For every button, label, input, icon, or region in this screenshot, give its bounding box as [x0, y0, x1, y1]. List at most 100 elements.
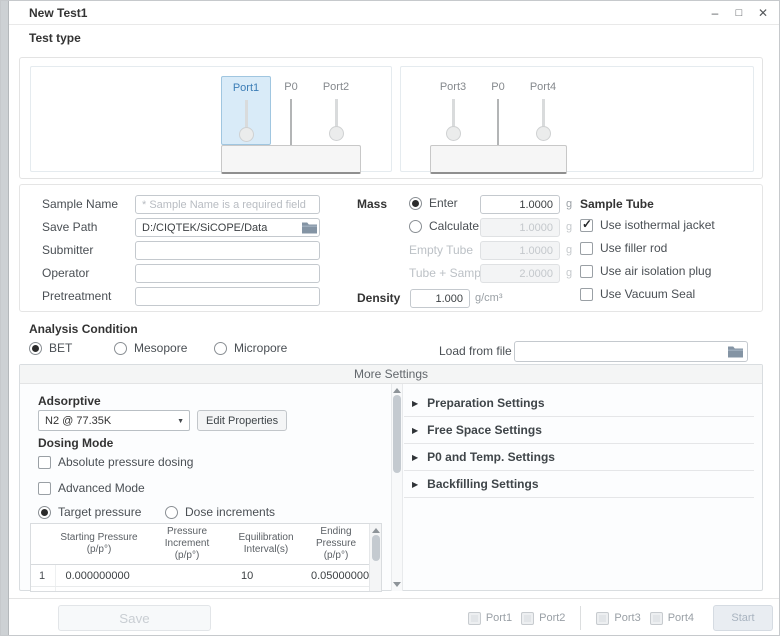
pressure-table: Starting Pressure(p/p°) Pressure Increme… — [30, 523, 382, 592]
new-test-dialog: New Test1 – □ ✕ Test type Port1 P0 — [0, 0, 780, 636]
scroll-down-icon[interactable] — [393, 582, 401, 587]
equilibration-interval-cell[interactable]: 10 — [231, 587, 301, 593]
port2-selector[interactable]: Port2 — [311, 76, 361, 145]
scrollbar-thumb[interactable] — [372, 535, 380, 561]
pressure-increment-cell[interactable] — [143, 587, 231, 593]
scroll-up-icon[interactable] — [393, 388, 401, 393]
save-path-input[interactable] — [135, 218, 320, 237]
advanced-mode-checkbox[interactable]: Advanced Mode — [38, 481, 145, 495]
mass-calculate-label: Calculate — [429, 219, 479, 233]
port4-selector[interactable]: Port4 — [518, 76, 568, 145]
port1-selector[interactable]: Port1 — [221, 76, 271, 145]
window-controls: – □ ✕ — [706, 1, 772, 25]
chevron-down-icon: ▼ — [177, 418, 184, 425]
checkmark-icon: ✓ — [582, 217, 592, 231]
chevron-right-icon: ▶ — [412, 453, 418, 462]
operator-input[interactable] — [135, 264, 320, 283]
mass-enter-label: Enter — [429, 196, 458, 210]
sample-name-input[interactable] — [135, 195, 320, 214]
save-path-label: Save Path — [42, 220, 97, 234]
tube-sample-label: Tube + Sample — [409, 266, 490, 280]
vacuum-seal-checkbox[interactable]: Use Vacuum Seal — [580, 287, 695, 301]
mass-enter-unit: g — [566, 198, 572, 210]
sample-name-label: Sample Name — [42, 197, 118, 211]
row-index: 1 — [31, 565, 55, 587]
port4-label: Port4 — [530, 81, 556, 93]
equilibration-interval-cell[interactable]: 10 — [231, 565, 301, 587]
filler-rod-checkbox[interactable]: Use filler rod — [580, 241, 667, 255]
section-backfilling-settings[interactable]: ▶ Backfilling Settings — [404, 471, 754, 498]
maximize-icon[interactable]: □ — [730, 4, 748, 22]
table-row: 1 0.000000000 10 0.050000000 — [31, 565, 371, 587]
mesopore-radio[interactable]: Mesopore — [114, 341, 187, 355]
adsorptive-select[interactable]: N2 @ 77.35K ▼ — [38, 410, 190, 431]
chevron-right-icon: ▶ — [412, 426, 418, 435]
footer-port1-checkbox[interactable]: Port1 — [468, 612, 512, 625]
dewar-bath — [430, 145, 567, 174]
dose-increments-label: Dose increments — [185, 505, 275, 519]
submitter-input[interactable] — [135, 241, 320, 260]
edit-properties-button[interactable]: Edit Properties — [197, 410, 287, 431]
footer-divider — [580, 606, 581, 630]
scroll-up-icon[interactable] — [372, 528, 380, 533]
port3-selector[interactable]: Port3 — [428, 76, 478, 145]
load-from-file-input[interactable] — [514, 341, 748, 362]
section-label: Preparation Settings — [427, 396, 544, 410]
folder-icon[interactable] — [301, 221, 318, 234]
mass-calculate-radio[interactable]: Calculate — [409, 219, 479, 233]
scrollbar-thumb[interactable] — [393, 395, 401, 473]
stations-box: Port1 P0 Port2 Port3 — [19, 57, 763, 179]
density-unit: g/cm³ — [475, 292, 503, 304]
col-starting-pressure: Starting Pressure(p/p°) — [55, 524, 143, 565]
section-p0-and-temp-settings[interactable]: ▶ P0 and Temp. Settings — [404, 444, 754, 471]
dose-increments-radio[interactable]: Dose increments — [165, 505, 275, 519]
radio-icon — [409, 220, 422, 233]
section-preparation-settings[interactable]: ▶ Preparation Settings — [404, 390, 754, 417]
bet-radio[interactable]: BET — [29, 341, 72, 355]
footer-port1-label: Port1 — [486, 612, 512, 624]
pretreatment-input[interactable] — [135, 287, 320, 306]
mesopore-label: Mesopore — [134, 341, 187, 355]
close-icon[interactable]: ✕ — [754, 4, 772, 22]
col-pressure-increment: Pressure Increment(p/p°) — [143, 524, 231, 565]
ending-pressure-cell[interactable]: 0.100000000 — [301, 587, 371, 593]
starting-pressure-cell[interactable]: 0.050000000 — [55, 587, 143, 593]
submitter-label: Submitter — [42, 243, 93, 257]
folder-icon[interactable] — [727, 345, 744, 358]
p0-label: P0 — [491, 81, 504, 93]
mass-enter-input[interactable] — [480, 195, 560, 214]
pressure-increment-cell[interactable] — [143, 565, 231, 587]
isothermal-jacket-checkbox[interactable]: ✓ Use isothermal jacket — [580, 218, 715, 232]
footer-bar: Save Port1 Port2 Port3 Port4 Start — [9, 598, 780, 636]
port1-label: Port1 — [233, 82, 259, 94]
save-button[interactable]: Save — [58, 605, 211, 631]
checkbox-icon — [38, 482, 51, 495]
mass-enter-radio[interactable]: Enter — [409, 196, 458, 210]
footer-port2-checkbox[interactable]: Port2 — [521, 612, 565, 625]
start-button[interactable]: Start — [713, 605, 773, 631]
air-isolation-plug-checkbox[interactable]: Use air isolation plug — [580, 264, 711, 278]
footer-port4-checkbox[interactable]: Port4 — [650, 612, 694, 625]
chevron-right-icon: ▶ — [412, 480, 418, 489]
target-pressure-radio[interactable]: Target pressure — [38, 505, 141, 519]
ending-pressure-cell[interactable]: 0.050000000 — [301, 565, 371, 587]
absolute-pressure-dosing-checkbox[interactable]: Absolute pressure dosing — [38, 455, 193, 469]
station1-p0: P0 — [271, 76, 311, 145]
more-settings-header[interactable]: More Settings — [20, 365, 762, 384]
checkbox-icon — [580, 242, 593, 255]
section-free-space-settings[interactable]: ▶ Free Space Settings — [404, 417, 754, 444]
p0-tube-icon — [497, 99, 499, 145]
dialog-title: New Test1 — [29, 6, 87, 20]
table-scrollbar[interactable] — [369, 524, 381, 591]
minimize-icon[interactable]: – — [706, 4, 724, 22]
density-input[interactable] — [410, 289, 470, 308]
titlebar: New Test1 – □ ✕ — [9, 1, 780, 25]
col-equilibration-interval: EquilibrationInterval(s) — [231, 524, 301, 565]
micropore-radio[interactable]: Micropore — [214, 341, 287, 355]
footer-port3-checkbox[interactable]: Port3 — [596, 612, 640, 625]
starting-pressure-cell[interactable]: 0.000000000 — [55, 565, 143, 587]
pretreatment-label: Pretreatment — [42, 289, 111, 303]
tube-bulb-icon — [446, 126, 461, 141]
radio-icon — [165, 506, 178, 519]
left-pane-scrollbar[interactable] — [391, 384, 403, 591]
